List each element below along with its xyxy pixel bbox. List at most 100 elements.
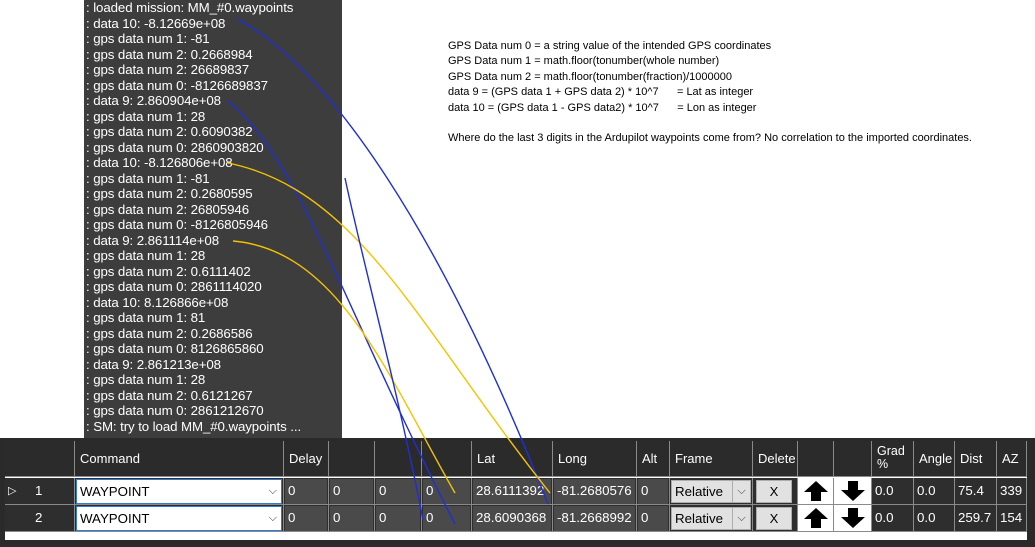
header-long[interactable]: Long [553,441,637,477]
console-line: : gps data num 2: 0.6111402 [86,263,251,279]
arrow-down-icon[interactable] [840,507,866,529]
frame-value: Relative [675,484,724,499]
param4-input[interactable]: 0 [423,479,470,504]
command-cell[interactable]: WAYPOINT ⌵ [75,478,284,505]
long-input[interactable]: -81.2680576 [554,479,635,504]
arrow-up-icon[interactable] [803,480,829,502]
chevron-down-icon: ⌵ [732,507,750,530]
down-cell[interactable] [834,505,872,532]
param4-input[interactable]: 0 [423,506,470,531]
up-cell[interactable] [798,505,834,532]
header-up[interactable] [798,441,834,477]
console-line: : gps data num 1: -81 [86,31,210,46]
param3-input[interactable]: 0 [376,479,420,504]
param2-input[interactable]: 0 [330,479,373,504]
console-line: : loaded mission: MM_#0.waypoints [86,0,294,15]
note-line: GPS Data num 2 = math.floor(tonumber(fra… [448,70,733,83]
frame-select[interactable]: Relative ⌵ [671,480,751,503]
header-az[interactable]: AZ [997,441,1027,477]
header-command[interactable]: Command [75,441,284,477]
note-line: GPS Data num 0 = a string value of the i… [448,40,772,52]
param4-cell[interactable]: 0 [422,478,472,505]
frame-cell[interactable]: Relative ⌵ [670,505,753,532]
arrow-up-icon[interactable] [803,507,829,529]
long-cell[interactable]: -81.2680576 [553,478,637,505]
console-line: : gps data num 1: 81 [86,310,206,325]
param3-input[interactable]: 0 [376,506,420,531]
long-input[interactable]: -81.2668992 [554,506,635,531]
note-line: GPS Data num 1 = math.floor(tonumber(who… [448,55,720,68]
console-line: : gps data num 2: 0.2668984 [86,46,253,62]
param4-cell[interactable]: 0 [422,505,472,532]
header-angle[interactable]: Angle [914,441,955,477]
header-grad[interactable]: Grad % [872,441,914,477]
chevron-down-icon: ⌵ [268,485,277,497]
console-line: : gps data num 2: 26689837 [86,62,250,77]
arrow-down-icon[interactable] [840,480,866,502]
lat-input[interactable]: 28.6111392 [473,479,551,504]
param2-input[interactable]: 0 [330,506,373,531]
alt-cell[interactable]: 0 [637,478,670,505]
angle-value: 0.0 [914,478,955,505]
dist-value: 75.4 [955,478,997,505]
row-number-cell[interactable]: ▷ 1 [5,478,75,505]
alt-input[interactable]: 0 [638,506,668,531]
lat-cell[interactable]: 28.6090368 [472,505,553,532]
delete-cell[interactable]: X [753,478,798,505]
row-number-cell[interactable]: 2 [5,505,75,532]
header-param3[interactable] [375,441,422,477]
header-lat[interactable]: Lat [472,441,553,477]
console-line: : gps data num 2: 0.2680595 [86,186,253,201]
table-row[interactable]: 2 WAYPOINT ⌵ 0 0 0 0 28.6090368 -81.2668… [5,505,1027,532]
console-line: : gps data num 0: 8126865860 [86,341,264,356]
row-header-corner [5,441,75,477]
delete-button[interactable]: X [756,507,792,530]
lat-cell[interactable]: 28.6111392 [472,478,553,505]
console-line: : gps data num 0: 2861114020 [86,279,262,294]
console-line: : gps data num 2: 0.6090382 [86,124,253,139]
header-param4[interactable] [422,441,472,477]
header-param2[interactable] [329,441,375,477]
delete-button[interactable]: X [756,480,792,503]
console-line: : gps data num 2: 0.6121267 [86,387,253,403]
param3-cell[interactable]: 0 [375,478,422,505]
console-line: : gps data num 0: 2860903820 [86,139,264,155]
delete-cell[interactable]: X [753,505,798,532]
lat-input[interactable]: 28.6090368 [473,506,551,531]
alt-input[interactable]: 0 [638,479,668,504]
alt-cell[interactable]: 0 [637,505,670,532]
header-down[interactable] [834,441,872,477]
dist-value: 259.7 [955,505,997,532]
delay-input[interactable]: 0 [285,479,327,504]
annotation-notes: GPS Data num 0 = a string value of the i… [448,39,972,147]
command-cell[interactable]: WAYPOINT ⌵ [75,505,284,532]
up-cell[interactable] [798,478,834,505]
row-selector-icon: ▷ [8,485,17,497]
console-line: : gps data num 1: -81 [86,170,210,186]
param2-cell[interactable]: 0 [329,505,375,532]
chevron-down-icon: ⌵ [732,480,750,503]
param2-cell[interactable]: 0 [329,478,375,505]
console-line: : gps data num 2: 26805946 [86,201,250,217]
header-delay[interactable]: Delay [284,441,329,477]
command-value: WAYPOINT [80,511,150,526]
delay-input[interactable]: 0 [285,506,327,531]
header-frame[interactable]: Frame [670,441,753,477]
delay-cell[interactable]: 0 [284,478,329,505]
frame-select[interactable]: Relative ⌵ [671,507,751,530]
console-log[interactable]: : loaded mission: MM_#0.waypoints : data… [84,0,342,438]
frame-cell[interactable]: Relative ⌵ [670,478,753,505]
down-cell[interactable] [834,478,872,505]
header-alt[interactable]: Alt [637,441,670,477]
long-cell[interactable]: -81.2668992 [553,505,637,532]
header-delete[interactable]: Delete [753,441,798,477]
param3-cell[interactable]: 0 [375,505,422,532]
console-line: : data 10: -8.12669e+08 [86,15,226,31]
command-select[interactable]: WAYPOINT ⌵ [76,506,282,531]
command-select[interactable]: WAYPOINT ⌵ [76,479,282,504]
note-line: data 9 = (GPS data 1 + GPS data 2) * 10^… [448,86,754,99]
table-row[interactable]: ▷ 1 WAYPOINT ⌵ 0 0 0 0 28.6111392 -81.26… [5,478,1027,505]
header-dist[interactable]: Dist [955,441,997,477]
console-line: : SM: try to load MM_#0.waypoints ... [86,418,302,434]
delay-cell[interactable]: 0 [284,505,329,532]
